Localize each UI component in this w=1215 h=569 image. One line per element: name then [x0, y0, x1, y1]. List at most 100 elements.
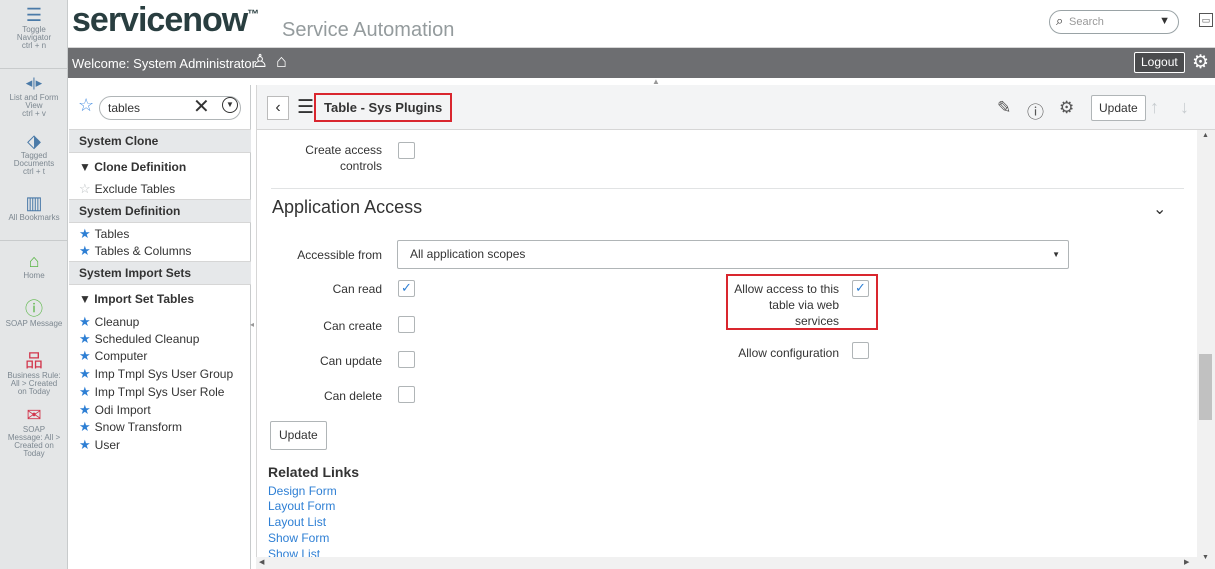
- rail-label: SOAP Message: [5, 319, 63, 328]
- star-icon[interactable]: ★: [79, 384, 91, 399]
- tagged-documents-button[interactable]: ⬗ Tagged Documents ctrl + t: [0, 130, 68, 176]
- form-header: ‹ ☰ Table - Sys Plugins ✎ ⓘ ⚙ Update ↑ ↓: [257, 85, 1215, 130]
- star-icon[interactable]: ★: [79, 226, 91, 241]
- nav-module-label: Odi Import: [94, 403, 151, 417]
- nav-module[interactable]: ★ Tables & Columns: [79, 243, 191, 259]
- chevron-down-icon[interactable]: ⌄: [1153, 199, 1166, 219]
- toggle-navigator-button[interactable]: ☰ Toggle Navigator ctrl + n: [0, 4, 68, 50]
- business-rule-bookmark[interactable]: 品 Business Rule: All > Created on Today: [0, 350, 68, 396]
- horizontal-scrollbar[interactable]: ◀ ▶: [256, 557, 1197, 569]
- chevron-down-icon[interactable]: ▼: [222, 97, 238, 113]
- arrow-down-icon[interactable]: ↓: [1180, 97, 1189, 118]
- can-update-checkbox[interactable]: [398, 351, 415, 368]
- allow-configuration-checkbox[interactable]: [852, 342, 869, 359]
- back-button[interactable]: ‹: [267, 96, 289, 120]
- arrow-up-icon[interactable]: ↑: [1150, 97, 1159, 118]
- logout-button[interactable]: Logout: [1134, 52, 1185, 73]
- book-icon: ▥: [25, 193, 43, 213]
- form-title: Table - Sys Plugins: [314, 93, 453, 122]
- nav-section-system-definition[interactable]: System Definition: [69, 199, 251, 223]
- update-button[interactable]: Update: [1091, 95, 1146, 121]
- soap-message-bookmark[interactable]: ⓘ SOAP Message: [0, 298, 68, 328]
- section-divider: [271, 188, 1184, 189]
- related-link[interactable]: Design Form: [268, 484, 337, 499]
- context-menu-icon[interactable]: ☰: [297, 96, 314, 119]
- create-access-checkbox[interactable]: [398, 142, 415, 159]
- nav-module[interactable]: ★ Snow Transform: [79, 419, 182, 435]
- nav-module[interactable]: ★ Tables: [79, 226, 129, 242]
- hierarchy-icon: 品: [25, 351, 43, 371]
- nav-module-label: Imp Tmpl Sys User Role: [94, 385, 225, 399]
- star-icon[interactable]: ★: [79, 331, 91, 346]
- related-link[interactable]: Show Form: [268, 531, 329, 546]
- nav-resize-handle[interactable]: ◂: [250, 320, 254, 329]
- related-link[interactable]: Layout List: [268, 515, 326, 530]
- nav-module-label: Cleanup: [94, 315, 140, 329]
- servicenow-logo[interactable]: servicenow™: [72, 1, 259, 40]
- star-icon[interactable]: ★: [79, 243, 91, 258]
- elevate-roles-icon[interactable]: ⌂: [276, 51, 287, 72]
- can-create-checkbox[interactable]: [398, 316, 415, 333]
- rail-label: Tagged Documents ctrl + t: [13, 151, 55, 176]
- app-title: Service Automation: [282, 19, 455, 41]
- nav-module-label: Exclude Tables: [94, 182, 176, 196]
- nav-section-system-import-sets[interactable]: System Import Sets: [69, 261, 251, 285]
- nav-module[interactable]: ☆ Exclude Tables: [79, 181, 175, 197]
- filter-input[interactable]: [99, 96, 241, 120]
- nav-module[interactable]: ★ Cleanup: [79, 314, 139, 330]
- accessible-from-label: Accessible from: [297, 248, 382, 262]
- star-icon[interactable]: ★: [79, 314, 91, 329]
- nav-module[interactable]: ★ Computer: [79, 348, 147, 364]
- star-icon[interactable]: ★: [79, 437, 91, 452]
- star-icon[interactable]: ★: [79, 348, 91, 363]
- related-link[interactable]: Layout Form: [268, 499, 335, 514]
- home-bookmark[interactable]: ⌂ Home: [0, 250, 68, 280]
- accessible-from-select[interactable]: All application scopes ▼: [397, 240, 1069, 269]
- chevron-down-icon[interactable]: ▼: [1159, 15, 1170, 27]
- accessible-from-value: All application scopes: [410, 247, 526, 261]
- nav-module-label: Scheduled Cleanup: [94, 332, 200, 346]
- impersonate-user-icon[interactable]: ♙: [252, 51, 268, 72]
- nav-group-import-set-tables[interactable]: ▼ Import Set Tables: [79, 292, 194, 306]
- nav-section-system-clone[interactable]: System Clone: [69, 129, 251, 153]
- related-link[interactable]: Show List: [268, 547, 320, 557]
- gear-icon[interactable]: ⚙: [1192, 51, 1209, 74]
- scroll-left-icon[interactable]: ◀: [259, 558, 264, 566]
- star-icon[interactable]: ★: [79, 419, 91, 434]
- can-delete-checkbox[interactable]: [398, 386, 415, 403]
- list-form-view-button[interactable]: ◂|▸ List and Form View ctrl + v: [0, 72, 68, 118]
- nav-module[interactable]: ★ Scheduled Cleanup: [79, 331, 199, 347]
- all-bookmarks-button[interactable]: ▥ All Bookmarks: [0, 192, 68, 222]
- nav-module[interactable]: ★ Imp Tmpl Sys User Role: [79, 384, 224, 400]
- related-links-title: Related Links: [268, 464, 360, 480]
- nav-module-label: Computer: [94, 349, 148, 363]
- nav-module[interactable]: ★ Imp Tmpl Sys User Group: [79, 366, 233, 382]
- soap-message-created-bookmark[interactable]: ✉ SOAP Message: All > Created on Today: [0, 404, 68, 458]
- vertical-scrollbar[interactable]: ▲ ▼: [1197, 130, 1215, 569]
- star-outline-icon[interactable]: ☆: [79, 181, 91, 196]
- scrollbar-thumb[interactable]: [1199, 354, 1212, 420]
- star-icon[interactable]: ☆: [78, 95, 94, 116]
- nav-module[interactable]: ★ Odi Import: [79, 402, 151, 418]
- star-icon[interactable]: ★: [79, 366, 91, 381]
- list-form-view-icon: ◂|▸: [25, 75, 43, 90]
- tag-icon: ⬗: [27, 131, 41, 151]
- nav-group-clone-definition[interactable]: ▼ Clone Definition: [79, 160, 186, 174]
- rail-label: List and Form View ctrl + v: [9, 93, 59, 118]
- attachment-icon[interactable]: ✎: [997, 98, 1011, 118]
- global-search[interactable]: ⌕ Search ▼: [1049, 10, 1179, 34]
- nav-module[interactable]: ★ User: [79, 437, 120, 453]
- expand-icon[interactable]: ▭: [1199, 13, 1213, 27]
- update-button[interactable]: Update: [270, 421, 327, 450]
- scroll-right-icon[interactable]: ▶: [1184, 558, 1189, 566]
- web-services-checkbox[interactable]: ✓: [852, 280, 869, 297]
- scroll-down-icon[interactable]: ▼: [1202, 554, 1209, 561]
- close-icon[interactable]: ✕: [193, 94, 210, 119]
- scroll-up-icon[interactable]: ▲: [1202, 132, 1209, 139]
- star-icon[interactable]: ★: [79, 402, 91, 417]
- help-icon[interactable]: ⓘ: [1027, 98, 1044, 123]
- home-icon: ⌂: [28, 251, 40, 271]
- gear-icon[interactable]: ⚙: [1059, 98, 1074, 118]
- info-icon: ⓘ: [25, 299, 43, 319]
- can-read-checkbox[interactable]: ✓: [398, 280, 415, 297]
